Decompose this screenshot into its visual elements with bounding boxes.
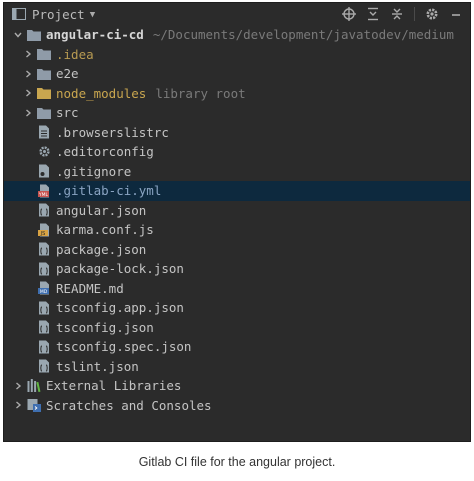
collapse-all-icon[interactable]: [389, 5, 405, 23]
tree-file-tsconfig-app[interactable]: tsconfig.app.json: [4, 298, 470, 318]
tree-external-libraries[interactable]: External Libraries: [4, 376, 470, 396]
tree-root-row[interactable]: angular-ci-cd ~/Documents/development/ja…: [4, 25, 470, 45]
folder-label: e2e: [56, 66, 79, 82]
folder-label: node_modules: [56, 85, 147, 101]
file-label: angular.json: [56, 202, 147, 218]
file-label: karma.conf.js: [56, 222, 154, 238]
chevron-down-icon[interactable]: [12, 29, 24, 41]
folder-icon: [37, 47, 51, 61]
header-toolbar: [341, 5, 464, 23]
svg-text:MD: MD: [39, 289, 47, 295]
tree-file-gitignore[interactable]: .gitignore: [4, 162, 470, 182]
root-folder-path: ~/Documents/development/javatodev/medium: [152, 27, 454, 43]
root-folder-label: angular-ci-cd: [46, 27, 144, 43]
library-root-hint: library root: [155, 85, 246, 101]
tree-file-tslint[interactable]: tslint.json: [4, 357, 470, 377]
svg-text:YML: YML: [38, 192, 49, 198]
folder-icon: [37, 106, 51, 120]
tree-file-browserslistrc[interactable]: .browserslistrc: [4, 123, 470, 143]
project-tool-window: Project ▼ angular-ci-cd ~/Documents/deve…: [3, 2, 471, 442]
toolbar-separator: [414, 7, 415, 21]
json-file-icon: [37, 340, 51, 354]
tree-file-angular-json[interactable]: angular.json: [4, 201, 470, 221]
gear-icon[interactable]: [424, 5, 440, 23]
tree-file-karma-conf[interactable]: JS karma.conf.js: [4, 220, 470, 240]
folder-label: src: [56, 105, 79, 121]
file-label: .editorconfig: [56, 144, 154, 160]
tree-scratches-and-consoles[interactable]: Scratches and Consoles: [4, 396, 470, 416]
file-label: .gitignore: [56, 163, 132, 179]
tree-folder-src[interactable]: src: [4, 103, 470, 123]
tree-file-editorconfig[interactable]: .editorconfig: [4, 142, 470, 162]
project-panel-icon: [12, 8, 26, 20]
gear-icon: [37, 145, 51, 159]
chevron-right-icon[interactable]: [22, 48, 34, 60]
file-label: .gitlab-ci.yml: [56, 183, 162, 199]
chevron-right-icon[interactable]: [12, 380, 24, 392]
project-view-selector[interactable]: Project: [32, 7, 85, 22]
scratches-icon: [27, 398, 41, 413]
chevron-right-icon[interactable]: [22, 87, 34, 99]
json-file-icon: [37, 320, 51, 334]
config-file-icon: [37, 164, 51, 178]
file-label: README.md: [56, 280, 124, 296]
tree-folder-node-modules[interactable]: node_modules library root: [4, 84, 470, 104]
library-icon: [27, 379, 41, 393]
crosshair-icon[interactable]: [341, 5, 357, 23]
expand-all-icon[interactable]: [365, 5, 381, 23]
minimize-icon[interactable]: [448, 5, 464, 23]
project-tree: angular-ci-cd ~/Documents/development/ja…: [4, 25, 470, 415]
chevron-right-icon[interactable]: [22, 68, 34, 80]
json-file-icon: [37, 242, 51, 256]
file-label: tsconfig.spec.json: [56, 339, 192, 355]
tree-file-tsconfig-spec[interactable]: tsconfig.spec.json: [4, 337, 470, 357]
svg-text:JS: JS: [39, 231, 45, 237]
file-label: tslint.json: [56, 358, 139, 374]
json-file-icon: [37, 301, 51, 315]
json-file-icon: [37, 262, 51, 276]
tree-file-tsconfig[interactable]: tsconfig.json: [4, 318, 470, 338]
folder-icon: [27, 28, 41, 42]
file-label: .browserslistrc: [56, 124, 169, 140]
file-label: package-lock.json: [56, 261, 184, 277]
figure-caption: Gitlab CI file for the angular project.: [138, 455, 336, 469]
folder-icon: [37, 67, 51, 81]
json-file-icon: [37, 359, 51, 373]
file-label: tsconfig.app.json: [56, 300, 184, 316]
external-libraries-label: External Libraries: [46, 378, 182, 394]
chevron-right-icon[interactable]: [22, 107, 34, 119]
chevron-right-icon[interactable]: [12, 399, 24, 411]
file-label: package.json: [56, 241, 147, 257]
file-label: tsconfig.json: [56, 319, 154, 335]
tree-file-gitlab-ci[interactable]: YML .gitlab-ci.yml: [4, 181, 470, 201]
scratches-label: Scratches and Consoles: [46, 397, 212, 413]
json-file-icon: [37, 203, 51, 217]
chevron-down-icon[interactable]: ▼: [90, 10, 95, 20]
excluded-folder-icon: [37, 86, 51, 100]
yaml-file-icon: YML: [37, 184, 51, 198]
tree-file-readme[interactable]: MD README.md: [4, 279, 470, 299]
tree-file-package-lock-json[interactable]: package-lock.json: [4, 259, 470, 279]
tree-folder-e2e[interactable]: e2e: [4, 64, 470, 84]
tree-folder-idea[interactable]: .idea: [4, 45, 470, 65]
markdown-file-icon: MD: [37, 281, 51, 295]
tree-file-package-json[interactable]: package.json: [4, 240, 470, 260]
text-file-icon: [37, 125, 51, 139]
javascript-file-icon: JS: [37, 223, 51, 237]
project-panel-header: Project ▼: [4, 3, 470, 25]
folder-label: .idea: [56, 46, 94, 62]
